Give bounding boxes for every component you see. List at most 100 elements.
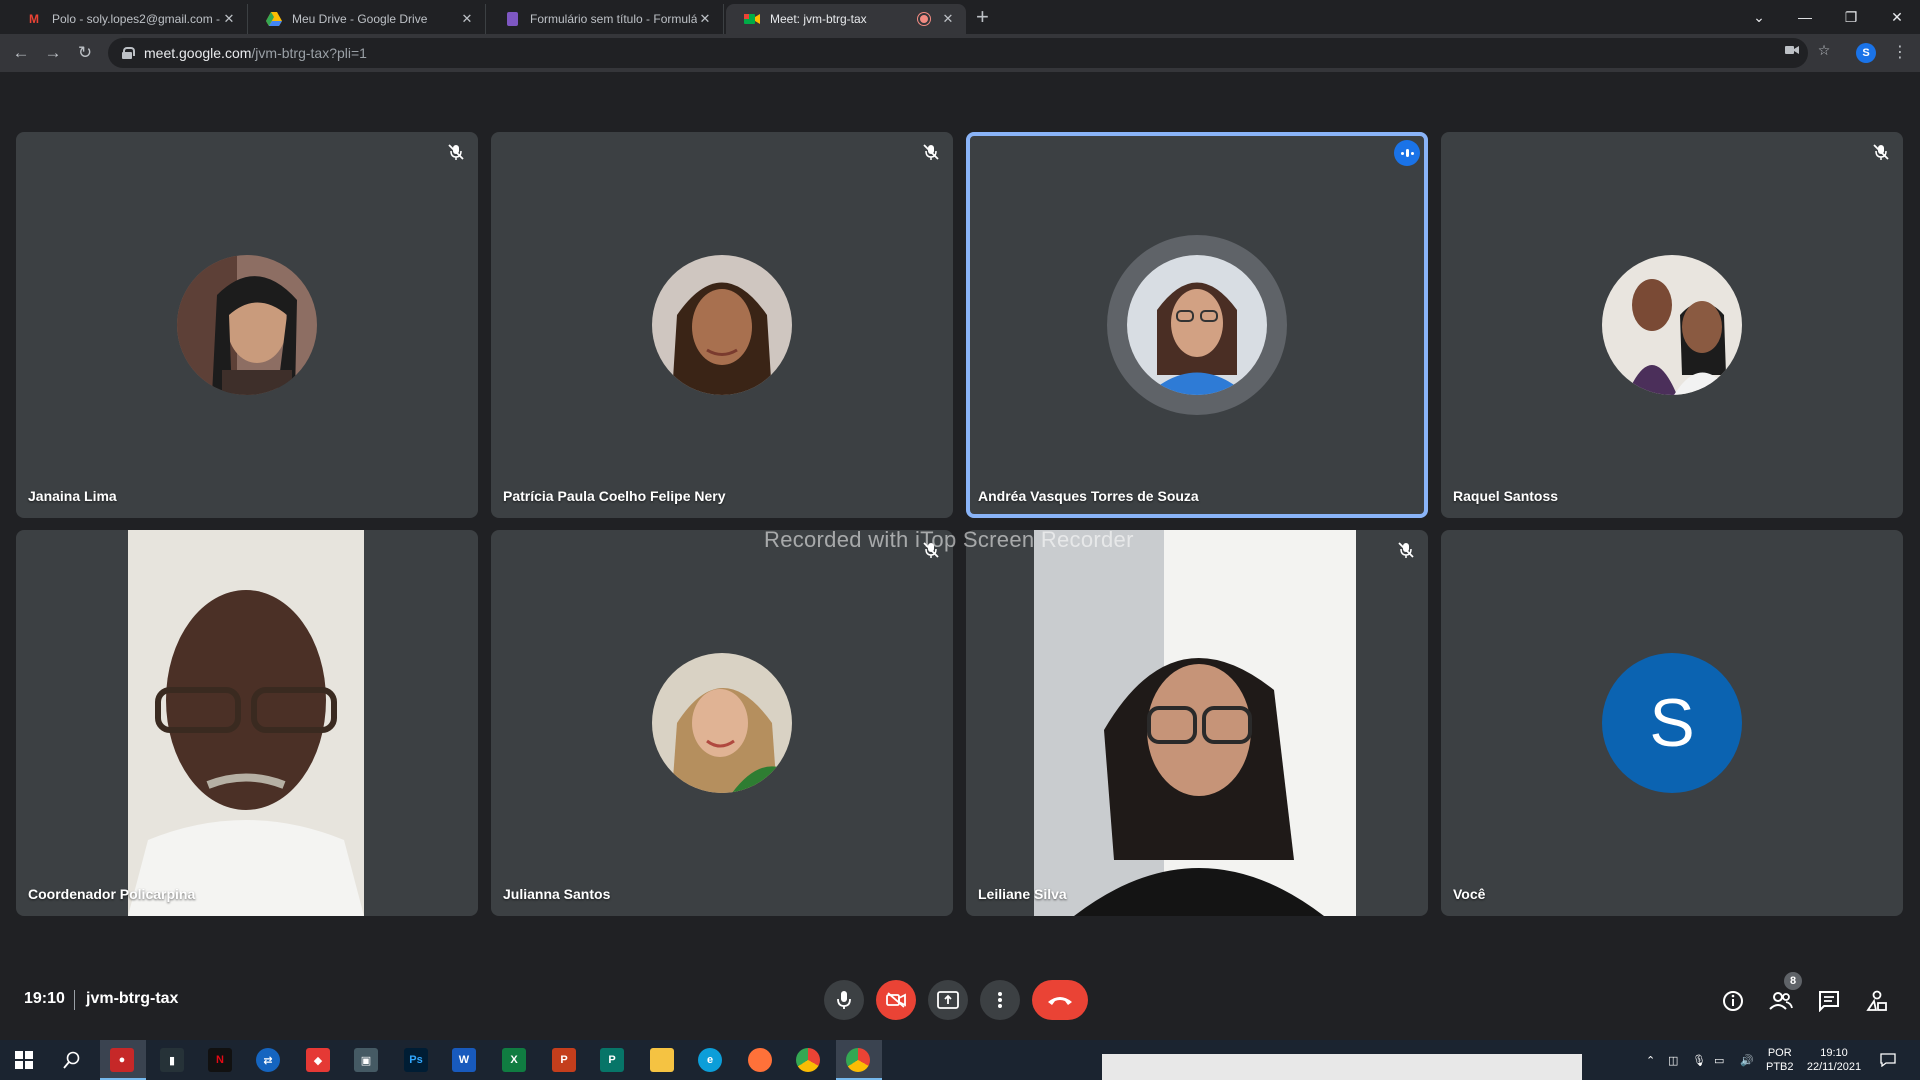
chrome-profile-icon[interactable] — [846, 1048, 870, 1072]
camera-in-use-icon[interactable] — [1782, 40, 1802, 60]
back-icon[interactable]: ← — [11, 43, 31, 63]
browser-menu-icon[interactable]: ⋮ — [1892, 42, 1908, 62]
windows-start-icon[interactable] — [12, 1048, 36, 1072]
anydesk-icon[interactable]: ◆ — [306, 1048, 330, 1072]
avatar — [652, 255, 792, 395]
participant-tile-video[interactable]: Leiliane Silva — [966, 530, 1428, 916]
participant-video — [128, 530, 364, 916]
meeting-code: jvm-btrg-tax — [86, 990, 179, 1007]
meeting-details-button[interactable] — [1720, 988, 1746, 1014]
participant-name: Patrícia Paula Coelho Felipe Nery — [503, 488, 726, 504]
restore-icon[interactable]: ❐ — [1828, 0, 1874, 34]
network-icon[interactable]: ▭ — [1714, 1040, 1724, 1080]
participant-video — [1034, 530, 1356, 916]
divider — [74, 990, 75, 1010]
teamviewer-icon[interactable]: ⇄ — [256, 1048, 280, 1072]
participant-tile-speaking[interactable]: Andréa Vasques Torres de Souza — [966, 132, 1428, 518]
speaking-indicator-icon — [1394, 140, 1420, 166]
chat-icon — [1819, 991, 1839, 1012]
microphone-button[interactable] — [824, 980, 864, 1020]
keyboard-layout: PTB2 — [1766, 1061, 1794, 1073]
tray-mic-icon[interactable]: 🎙 — [1692, 1040, 1706, 1080]
forward-icon[interactable]: → — [43, 43, 63, 63]
camera-off-icon — [886, 992, 906, 1008]
avatar — [1127, 255, 1267, 395]
task-manager-icon[interactable]: ▮ — [160, 1048, 184, 1072]
tray-camera-icon[interactable]: ◫ — [1668, 1040, 1678, 1080]
window-close-icon[interactable]: ✕ — [1874, 0, 1920, 34]
address-bar[interactable]: meet.google.com/jvm-btrg-tax?pli=1 — [108, 38, 1808, 68]
activities-icon — [1866, 990, 1887, 1011]
participant-tile-self[interactable]: S Você — [1441, 530, 1903, 916]
mic-off-icon — [1396, 540, 1416, 560]
tab-meet[interactable]: Meet: jvm-btrg-tax ✕ — [726, 4, 966, 34]
netflix-icon[interactable]: N — [208, 1048, 232, 1072]
participant-tile[interactable]: Raquel Santoss — [1441, 132, 1903, 518]
edge-icon[interactable]: e — [698, 1048, 722, 1072]
chat-button[interactable] — [1816, 988, 1842, 1014]
new-tab-button[interactable]: + — [976, 6, 989, 28]
profile-avatar[interactable]: S — [1856, 43, 1876, 63]
camera-off-button[interactable] — [876, 980, 916, 1020]
notifications-icon[interactable] — [1880, 1040, 1896, 1080]
word-icon[interactable]: W — [452, 1048, 476, 1072]
participant-tile-video[interactable]: Coordenador Policarpina — [16, 530, 478, 916]
close-icon[interactable]: ✕ — [459, 11, 475, 27]
clock-time: 19:10 — [1820, 1047, 1848, 1059]
search-icon[interactable] — [60, 1048, 84, 1072]
meet-stage: Janaina Lima Patrícia Paula Coelho Felip… — [0, 72, 1920, 1034]
meeting-time: 19:10 — [24, 990, 65, 1007]
volume-icon[interactable]: 🔊 — [1740, 1040, 1754, 1080]
participant-name: Janaina Lima — [28, 488, 117, 504]
mic-off-icon — [1871, 142, 1891, 162]
leave-call-button[interactable] — [1032, 980, 1088, 1020]
browser-tabstrip: M Polo - soly.lopes2@gmail.com - G ✕ Meu… — [0, 0, 1920, 34]
present-screen-button[interactable] — [928, 980, 968, 1020]
tab-forms[interactable]: Formulário sem título - Formulár ✕ — [486, 4, 724, 34]
chrome-icon[interactable] — [796, 1048, 820, 1072]
screen-recorder-icon[interactable]: ● — [110, 1048, 134, 1072]
participant-tile[interactable]: Julianna Santos — [491, 530, 953, 916]
microphone-icon — [837, 991, 851, 1009]
avatar — [1602, 255, 1742, 395]
system-clock[interactable]: 19:10 22/11/2021 — [1802, 1046, 1866, 1074]
participant-name: Andréa Vasques Torres de Souza — [978, 488, 1199, 504]
participant-name: Raquel Santoss — [1453, 488, 1559, 504]
minimize-icon[interactable]: — — [1782, 0, 1828, 34]
forms-icon — [504, 11, 520, 27]
meet-icon — [744, 11, 760, 27]
tab-search-icon[interactable]: ⌄ — [1736, 0, 1782, 34]
browser-toolbar: ← → ↻ meet.google.com/jvm-btrg-tax?pli=1… — [0, 34, 1920, 72]
drive-icon — [266, 11, 282, 27]
windows-taskbar: ● ▮ N ⇄ ◆ ▣ Ps W X P P e ⌃ ◫ 🎙 ▭ 🔊 POR P… — [0, 1040, 1920, 1080]
activities-button[interactable] — [1864, 988, 1890, 1014]
tab-gmail[interactable]: M Polo - soly.lopes2@gmail.com - G ✕ — [8, 4, 248, 34]
mic-off-icon — [921, 142, 941, 162]
participant-tile[interactable]: Patrícia Paula Coelho Felipe Nery — [491, 132, 953, 518]
file-explorer-icon[interactable] — [650, 1048, 674, 1072]
powerpoint-icon[interactable]: P — [552, 1048, 576, 1072]
people-button[interactable] — [1768, 988, 1794, 1014]
tray-expand-icon[interactable]: ⌃ — [1646, 1040, 1655, 1080]
url-path: /jvm-btrg-tax?pli=1 — [251, 45, 367, 61]
close-icon[interactable]: ✕ — [221, 11, 237, 27]
excel-icon[interactable]: X — [502, 1048, 526, 1072]
reload-icon[interactable]: ↻ — [75, 43, 95, 63]
url-host: meet.google.com — [144, 45, 252, 61]
more-options-button[interactable] — [980, 980, 1020, 1020]
tab-title: Polo - soly.lopes2@gmail.com - G — [52, 12, 221, 26]
tab-title: Meet: jvm-btrg-tax — [770, 12, 867, 26]
pc-icon[interactable]: ▣ — [354, 1048, 378, 1072]
close-icon[interactable]: ✕ — [940, 11, 956, 27]
firefox-icon[interactable] — [748, 1048, 772, 1072]
photoshop-icon[interactable]: Ps — [404, 1048, 428, 1072]
participant-tile[interactable]: Janaina Lima — [16, 132, 478, 518]
publisher-icon[interactable]: P — [600, 1048, 624, 1072]
tab-drive[interactable]: Meu Drive - Google Drive ✕ — [248, 4, 486, 34]
input-language[interactable]: POR PTB2 — [1766, 1046, 1794, 1074]
gmail-icon: M — [29, 12, 39, 26]
people-icon — [1769, 992, 1793, 1010]
participant-name: Coordenador Policarpina — [28, 886, 196, 902]
bookmark-star-icon[interactable]: ☆ — [1814, 40, 1834, 60]
close-icon[interactable]: ✕ — [697, 11, 713, 27]
